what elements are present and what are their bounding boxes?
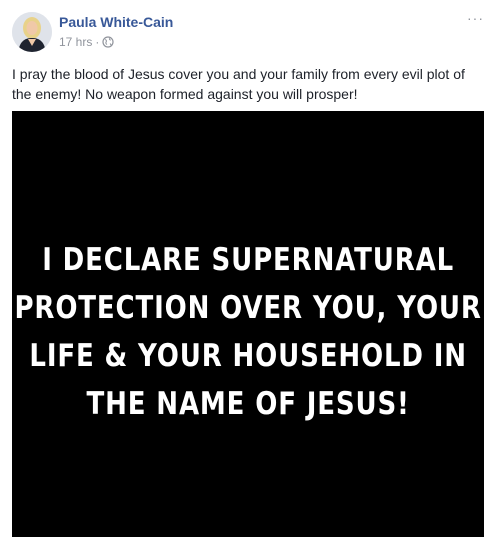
image-text: I DECLARE SUPERNATURAL PROTECTION OVER Y… [14, 236, 481, 428]
profile-photo-icon [12, 12, 52, 52]
image-text-line-2: PROTECTION OVER YOU, YOUR [14, 290, 482, 326]
avatar[interactable] [12, 12, 52, 52]
post-text: I pray the blood of Jesus cover you and … [12, 66, 465, 102]
globe-icon[interactable] [102, 36, 114, 48]
author-name-link[interactable]: Paula White-Cain [59, 14, 173, 30]
timestamp-link[interactable]: 17 hrs [59, 35, 92, 49]
more-options-button[interactable]: ··· [467, 10, 484, 26]
facebook-post: Paula White-Cain 17 hrs · ··· I pray the… [0, 0, 494, 537]
post-image[interactable]: I DECLARE SUPERNATURAL PROTECTION OVER Y… [12, 111, 484, 537]
image-text-line-3: LIFE & YOUR HOUSEHOLD IN [29, 338, 467, 374]
post-meta: 17 hrs · [59, 35, 114, 49]
image-text-line-4: THE NAME OF JESUS! [86, 386, 410, 422]
meta-separator: · [95, 35, 100, 49]
image-text-line-1: I DECLARE SUPERNATURAL [42, 242, 454, 278]
post-header: Paula White-Cain 17 hrs · ··· [12, 10, 484, 56]
